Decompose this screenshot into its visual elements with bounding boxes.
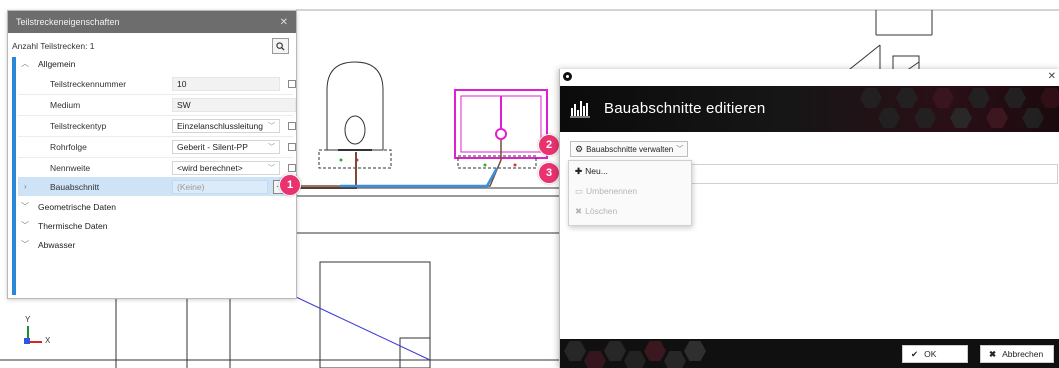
axis-y-label: Y — [25, 315, 31, 324]
row-label: Medium — [50, 99, 81, 110]
group-label: Geometrische Daten — [38, 201, 116, 212]
cancel-button[interactable]: ✖ Abbrechen — [980, 345, 1054, 363]
search-button[interactable] — [272, 38, 289, 54]
row-bauabschnitt[interactable]: › Bauabschnitt (Keine) ... — [18, 177, 293, 196]
menu-label: Umbenennen — [586, 186, 638, 196]
app-logo-icon — [563, 72, 572, 81]
teilstreckentyp-select[interactable]: Einzelanschlussleitung ﹀ — [172, 118, 280, 133]
group-label: Allgemein — [38, 58, 76, 69]
group-allgemein[interactable]: ︿ Allgemein — [18, 54, 293, 73]
row-checkbox[interactable] — [288, 79, 296, 88]
rohrfolge-select[interactable]: Geberit - Silent-PP ﹀ — [172, 139, 280, 154]
bauabschnitt-field[interactable]: (Keine) — [172, 179, 268, 194]
menu-item-rename[interactable]: ▭ Umbenennen — [569, 181, 691, 201]
row-checkbox[interactable] — [288, 142, 296, 151]
close-icon: ✖ — [989, 348, 997, 359]
row-label: Bauabschnitt — [50, 181, 100, 192]
field-value: (Keine) — [177, 181, 205, 192]
row-medium: Medium SW — [18, 95, 296, 114]
rename-icon: ▭ — [575, 185, 584, 196]
row-label: Rohrfolge — [50, 141, 87, 152]
dialog-footer: ✔ OK ✖ Abbrechen — [560, 339, 1059, 368]
properties-panel: Teilstreckeneigenschaften ✕ Anzahl Teils… — [7, 10, 297, 299]
button-label: Bauabschnitte verwalten — [586, 144, 674, 154]
nennweite-select[interactable]: <wird berechnet> ﹀ — [172, 160, 280, 175]
chevron-down-icon: ﹀ — [268, 143, 275, 151]
row-teilstreckentyp: Teilstreckentyp Einzelanschlussleitung ﹀ — [18, 116, 296, 135]
accent-bar — [12, 57, 16, 295]
chevron-right-icon[interactable]: › — [24, 182, 27, 191]
button-label: OK — [924, 349, 937, 359]
field-value: 10 — [177, 78, 187, 89]
row-rohrfolge: Rohrfolge Geberit - Silent-PP ﹀ — [18, 137, 296, 156]
bauabschnitte-dialog: ✕ Bauabschnitte editieren ⚙ Bauabschnitt… — [559, 69, 1059, 368]
row-teilstreckennummer: Teilstreckennummer 10 — [18, 74, 296, 93]
chevron-down-icon: ﹀ — [676, 146, 684, 153]
medium-field[interactable]: SW — [172, 97, 296, 112]
manage-sections-button[interactable]: ⚙ Bauabschnitte verwalten ﹀ — [570, 141, 689, 157]
check-icon: ✔ — [911, 348, 919, 359]
chevron-down-icon: ﹀ — [21, 240, 29, 249]
ok-button[interactable]: ✔ OK — [902, 345, 968, 363]
row-nennweite: Nennweite <wird berechnet> ﹀ — [18, 158, 296, 177]
field-value: Geberit - Silent-PP — [177, 141, 248, 152]
chevron-down-icon: ﹀ — [21, 202, 29, 211]
chevron-down-icon: ﹀ — [268, 122, 275, 130]
chevron-up-icon: ︿ — [21, 59, 29, 68]
group-geometrie[interactable]: ﹀ Geometrische Daten — [18, 197, 293, 216]
row-label: Teilstreckentyp — [50, 120, 107, 131]
chevron-down-icon: ﹀ — [21, 221, 29, 230]
search-icon — [276, 41, 285, 51]
properties-titlebar[interactable]: Teilstreckeneigenschaften ✕ — [8, 11, 296, 33]
menu-item-delete[interactable]: ✖ Löschen — [569, 201, 691, 221]
row-label: Nennweite — [50, 162, 91, 173]
field-value: <wird berechnet> — [177, 162, 243, 173]
step-badge-3: 3 — [538, 162, 560, 184]
group-label: Abwasser — [38, 239, 76, 250]
menu-label: Neu... — [585, 166, 608, 176]
close-icon[interactable]: ✕ — [280, 17, 288, 28]
dialog-title: Bauabschnitte editieren — [604, 100, 766, 117]
row-label: Teilstreckennummer — [50, 78, 127, 89]
section-count: Anzahl Teilstrecken: 1 — [12, 41, 95, 51]
step-badge-1: 1 — [279, 174, 301, 196]
row-checkbox[interactable] — [288, 163, 296, 172]
dialog-header: Bauabschnitte editieren — [560, 86, 1059, 132]
row-checkbox[interactable] — [288, 121, 296, 130]
teilstreckennummer-field[interactable]: 10 — [172, 76, 280, 91]
dialog-titlebar[interactable]: ✕ — [560, 69, 1059, 86]
bar-chart-icon — [570, 101, 590, 118]
menu-item-new[interactable]: ✚ Neu... — [569, 161, 691, 181]
manage-menu: ✚ Neu... ▭ Umbenennen ✖ Löschen — [568, 160, 692, 226]
field-value: SW — [177, 99, 191, 110]
field-value: Einzelanschlussleitung — [177, 120, 263, 131]
axis-x-label: X — [45, 336, 51, 345]
chevron-down-icon: ﹀ — [268, 164, 275, 172]
button-label: Abbrechen — [1002, 349, 1044, 359]
group-label: Thermische Daten — [38, 220, 108, 231]
step-badge-2: 2 — [538, 134, 560, 156]
plus-icon: ✚ — [575, 165, 583, 176]
close-icon[interactable]: ✕ — [1048, 71, 1056, 82]
properties-title: Teilstreckeneigenschaften — [16, 17, 120, 27]
group-abwasser[interactable]: ﹀ Abwasser — [18, 235, 293, 254]
menu-label: Löschen — [585, 206, 618, 216]
gear-icon: ⚙ — [575, 143, 584, 154]
delete-icon: ✖ — [575, 205, 583, 216]
group-thermisch[interactable]: ﹀ Thermische Daten — [18, 216, 293, 235]
